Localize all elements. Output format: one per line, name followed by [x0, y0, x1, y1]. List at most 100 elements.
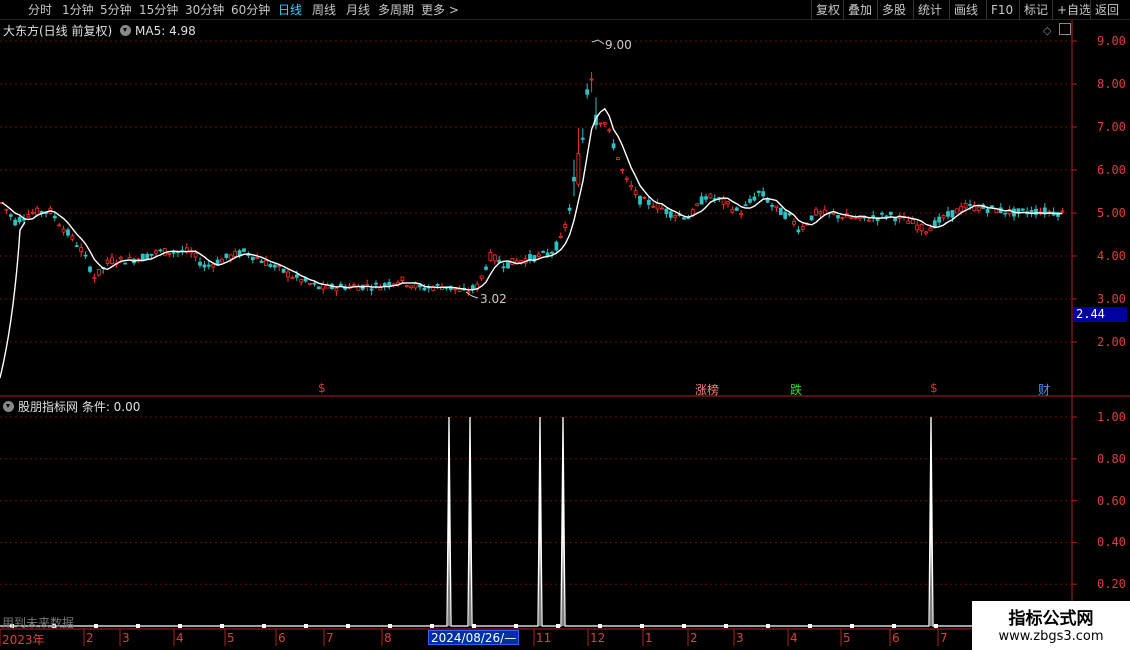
low-pointer — [465, 291, 479, 299]
candle-body — [264, 260, 268, 267]
candle-body — [633, 190, 638, 196]
x-tick-label: 1 — [645, 631, 653, 645]
candle-body — [607, 129, 612, 132]
x-tick-label: 7 — [940, 631, 948, 645]
kline-chart[interactable] — [0, 0, 1130, 650]
x-tick-label: 5 — [227, 631, 235, 645]
candle-body — [624, 177, 629, 180]
candle-body — [646, 199, 651, 205]
candle-body — [30, 211, 35, 214]
candle-body — [831, 212, 836, 215]
candle-body — [294, 274, 299, 278]
candle-body — [752, 196, 757, 201]
baseline-dot — [808, 624, 812, 628]
candle-body — [272, 264, 277, 268]
candle-body — [1060, 210, 1065, 213]
candle-body — [470, 285, 475, 290]
candle-body — [259, 260, 264, 263]
candle-body — [88, 266, 92, 272]
ma5-line-start — [0, 221, 26, 379]
baseline-dot — [850, 624, 854, 628]
candle-body — [233, 251, 238, 257]
candle-body — [836, 215, 840, 219]
candle-body — [880, 212, 884, 215]
candle-body — [924, 231, 928, 234]
candle-body — [281, 268, 286, 273]
low-price-label: 3.02 — [480, 292, 507, 306]
candle-body — [686, 217, 691, 220]
x-tick-label: 7 — [326, 631, 334, 645]
indicator-panel-title: 股朋指标网 条件: 0.00 — [3, 398, 140, 415]
baseline-dot — [220, 624, 224, 628]
candle-body — [145, 253, 150, 260]
y-tick-label-indicator: 0.20 — [1097, 577, 1126, 592]
candle-body — [35, 207, 40, 216]
candle-body — [928, 227, 933, 232]
candle-body — [118, 256, 123, 260]
candle-body — [479, 275, 484, 279]
x-tick-label: 3 — [736, 631, 744, 645]
event-marker[interactable]: $ — [930, 381, 938, 395]
baseline-dot — [472, 624, 476, 628]
candle-body — [215, 259, 220, 265]
candle-body — [576, 153, 581, 185]
candle-body — [396, 281, 400, 285]
candle-body — [418, 284, 422, 288]
candle-body — [642, 196, 647, 199]
candle-body — [61, 228, 66, 233]
x-tick-label: 6 — [892, 631, 900, 645]
candle-body — [198, 261, 202, 266]
candle-body — [730, 208, 735, 213]
candle-body — [74, 245, 79, 248]
candle-body — [704, 196, 708, 200]
stock-title: 大东方(日线 前复权) — [3, 24, 113, 38]
ma5-label: MA5: 4.98 — [135, 24, 196, 38]
candle-body — [734, 207, 739, 211]
candle-body — [167, 252, 172, 255]
candle-body — [748, 198, 752, 203]
candle-body — [228, 254, 233, 260]
candle-body — [770, 204, 774, 207]
candle-body — [941, 214, 946, 219]
candle-body — [598, 122, 603, 125]
candle-body — [840, 217, 845, 220]
baseline-dot — [682, 624, 686, 628]
hover-date-label: 2024/08/26/— — [428, 630, 520, 645]
candle-body — [814, 208, 818, 216]
candle-body — [673, 215, 678, 218]
x-tick-label: 6 — [278, 631, 286, 645]
dropdown-circle-icon[interactable] — [120, 25, 132, 36]
candle-body — [950, 210, 955, 218]
event-marker[interactable]: 涨榜 — [695, 381, 719, 398]
candle-body — [96, 268, 101, 276]
candle-body — [321, 284, 326, 290]
watermark: 指标公式网 www.zbgs3.com — [972, 601, 1130, 650]
candle-body — [668, 211, 673, 218]
candle-body — [57, 224, 62, 227]
event-marker[interactable]: 跌 — [790, 381, 802, 398]
candle-body — [105, 259, 110, 264]
candle-body — [193, 252, 198, 258]
candle-body — [558, 235, 563, 238]
candle-body — [149, 253, 154, 256]
candle-body — [488, 251, 493, 261]
event-marker[interactable]: 财 — [1038, 381, 1050, 398]
x-tick-label: 2023年 — [2, 633, 45, 647]
candle-body — [8, 214, 13, 217]
candle-body — [866, 219, 871, 222]
candle-body — [453, 288, 458, 291]
candle-body — [541, 251, 546, 253]
dropdown-circle-icon[interactable] — [3, 401, 14, 412]
panel-toggle-icon[interactable] — [1059, 23, 1071, 35]
current-price-tag: 2.44 — [1073, 307, 1127, 322]
candle-body — [699, 196, 704, 205]
diamond-icon[interactable]: ◇ — [1043, 24, 1051, 37]
baseline-dot — [514, 624, 518, 628]
candle-body — [959, 205, 964, 212]
candle-body — [277, 265, 282, 268]
candle-body — [796, 229, 801, 233]
candle-body — [506, 262, 510, 269]
candle-body — [602, 122, 607, 125]
candle-body — [563, 224, 568, 228]
event-marker[interactable]: $ — [318, 381, 326, 395]
